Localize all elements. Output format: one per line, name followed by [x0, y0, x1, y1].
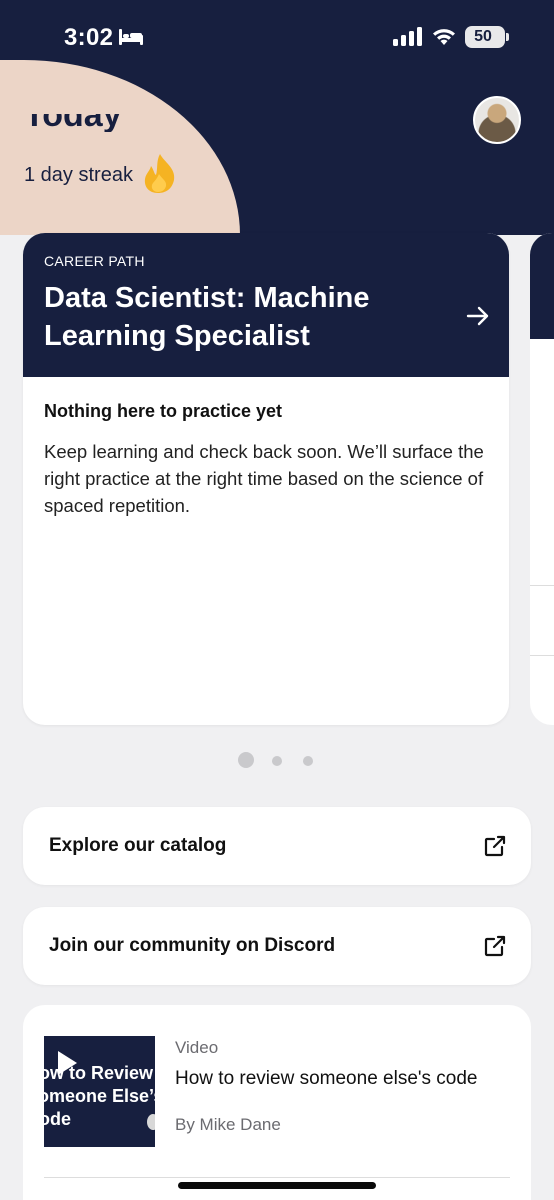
pager-dot[interactable] — [303, 756, 313, 766]
card-body: Nothing here to practice yet Keep learni… — [23, 377, 509, 543]
career-path-card-header[interactable]: CAREER PATH Data Scientist: Machine Lear… — [23, 233, 509, 377]
link-label: Join our community on Discord — [49, 935, 336, 956]
career-path-card[interactable]: CAREER PATH Data Scientist: Machine Lear… — [23, 233, 509, 725]
video-card[interactable]: How to Review Someone Else’s Code Video … — [23, 1005, 531, 1200]
flame-icon — [142, 152, 178, 199]
streak-label: 1 day streak — [24, 164, 133, 186]
status-time: 3:02 — [64, 24, 114, 51]
status-bar: 3:02 50 — [0, 0, 554, 76]
battery-percent: 50 — [474, 28, 492, 45]
video-type: Video — [175, 1038, 219, 1057]
pager-dot[interactable] — [272, 756, 282, 766]
arrow-right-icon[interactable] — [465, 303, 491, 334]
explore-catalog-button[interactable]: Explore our catalog — [23, 807, 531, 885]
wifi-icon — [431, 26, 457, 51]
empty-state-text: Keep learning and check back soon. We’ll… — [44, 441, 484, 516]
divider — [530, 655, 554, 656]
next-card-header — [530, 233, 554, 339]
video-thumbnail[interactable]: How to Review Someone Else’s Code — [44, 1036, 155, 1147]
avatar[interactable] — [473, 96, 521, 144]
play-icon — [56, 1050, 78, 1082]
divider — [530, 585, 554, 586]
pager-dot-active[interactable] — [238, 752, 254, 768]
video-author: By Mike Dane — [175, 1115, 281, 1134]
sleep-bed-icon — [118, 28, 144, 51]
link-label: Explore our catalog — [49, 835, 227, 856]
video-title: How to review someone else's code — [175, 1068, 478, 1089]
battery-indicator: 50 — [465, 26, 509, 48]
external-link-icon — [483, 834, 507, 863]
card-kicker: CAREER PATH — [44, 253, 145, 269]
thumbnail-graphic — [147, 1114, 155, 1130]
external-link-icon — [483, 934, 507, 963]
divider — [44, 1177, 510, 1178]
card-title: Data Scientist: Machine Learning Special… — [44, 282, 370, 352]
next-card-peek[interactable] — [530, 233, 554, 725]
cellular-signal-icon — [393, 27, 422, 51]
home-indicator[interactable] — [178, 1182, 376, 1189]
discord-community-button[interactable]: Join our community on Discord — [23, 907, 531, 985]
empty-state-title: Nothing here to practice yet — [44, 401, 283, 421]
